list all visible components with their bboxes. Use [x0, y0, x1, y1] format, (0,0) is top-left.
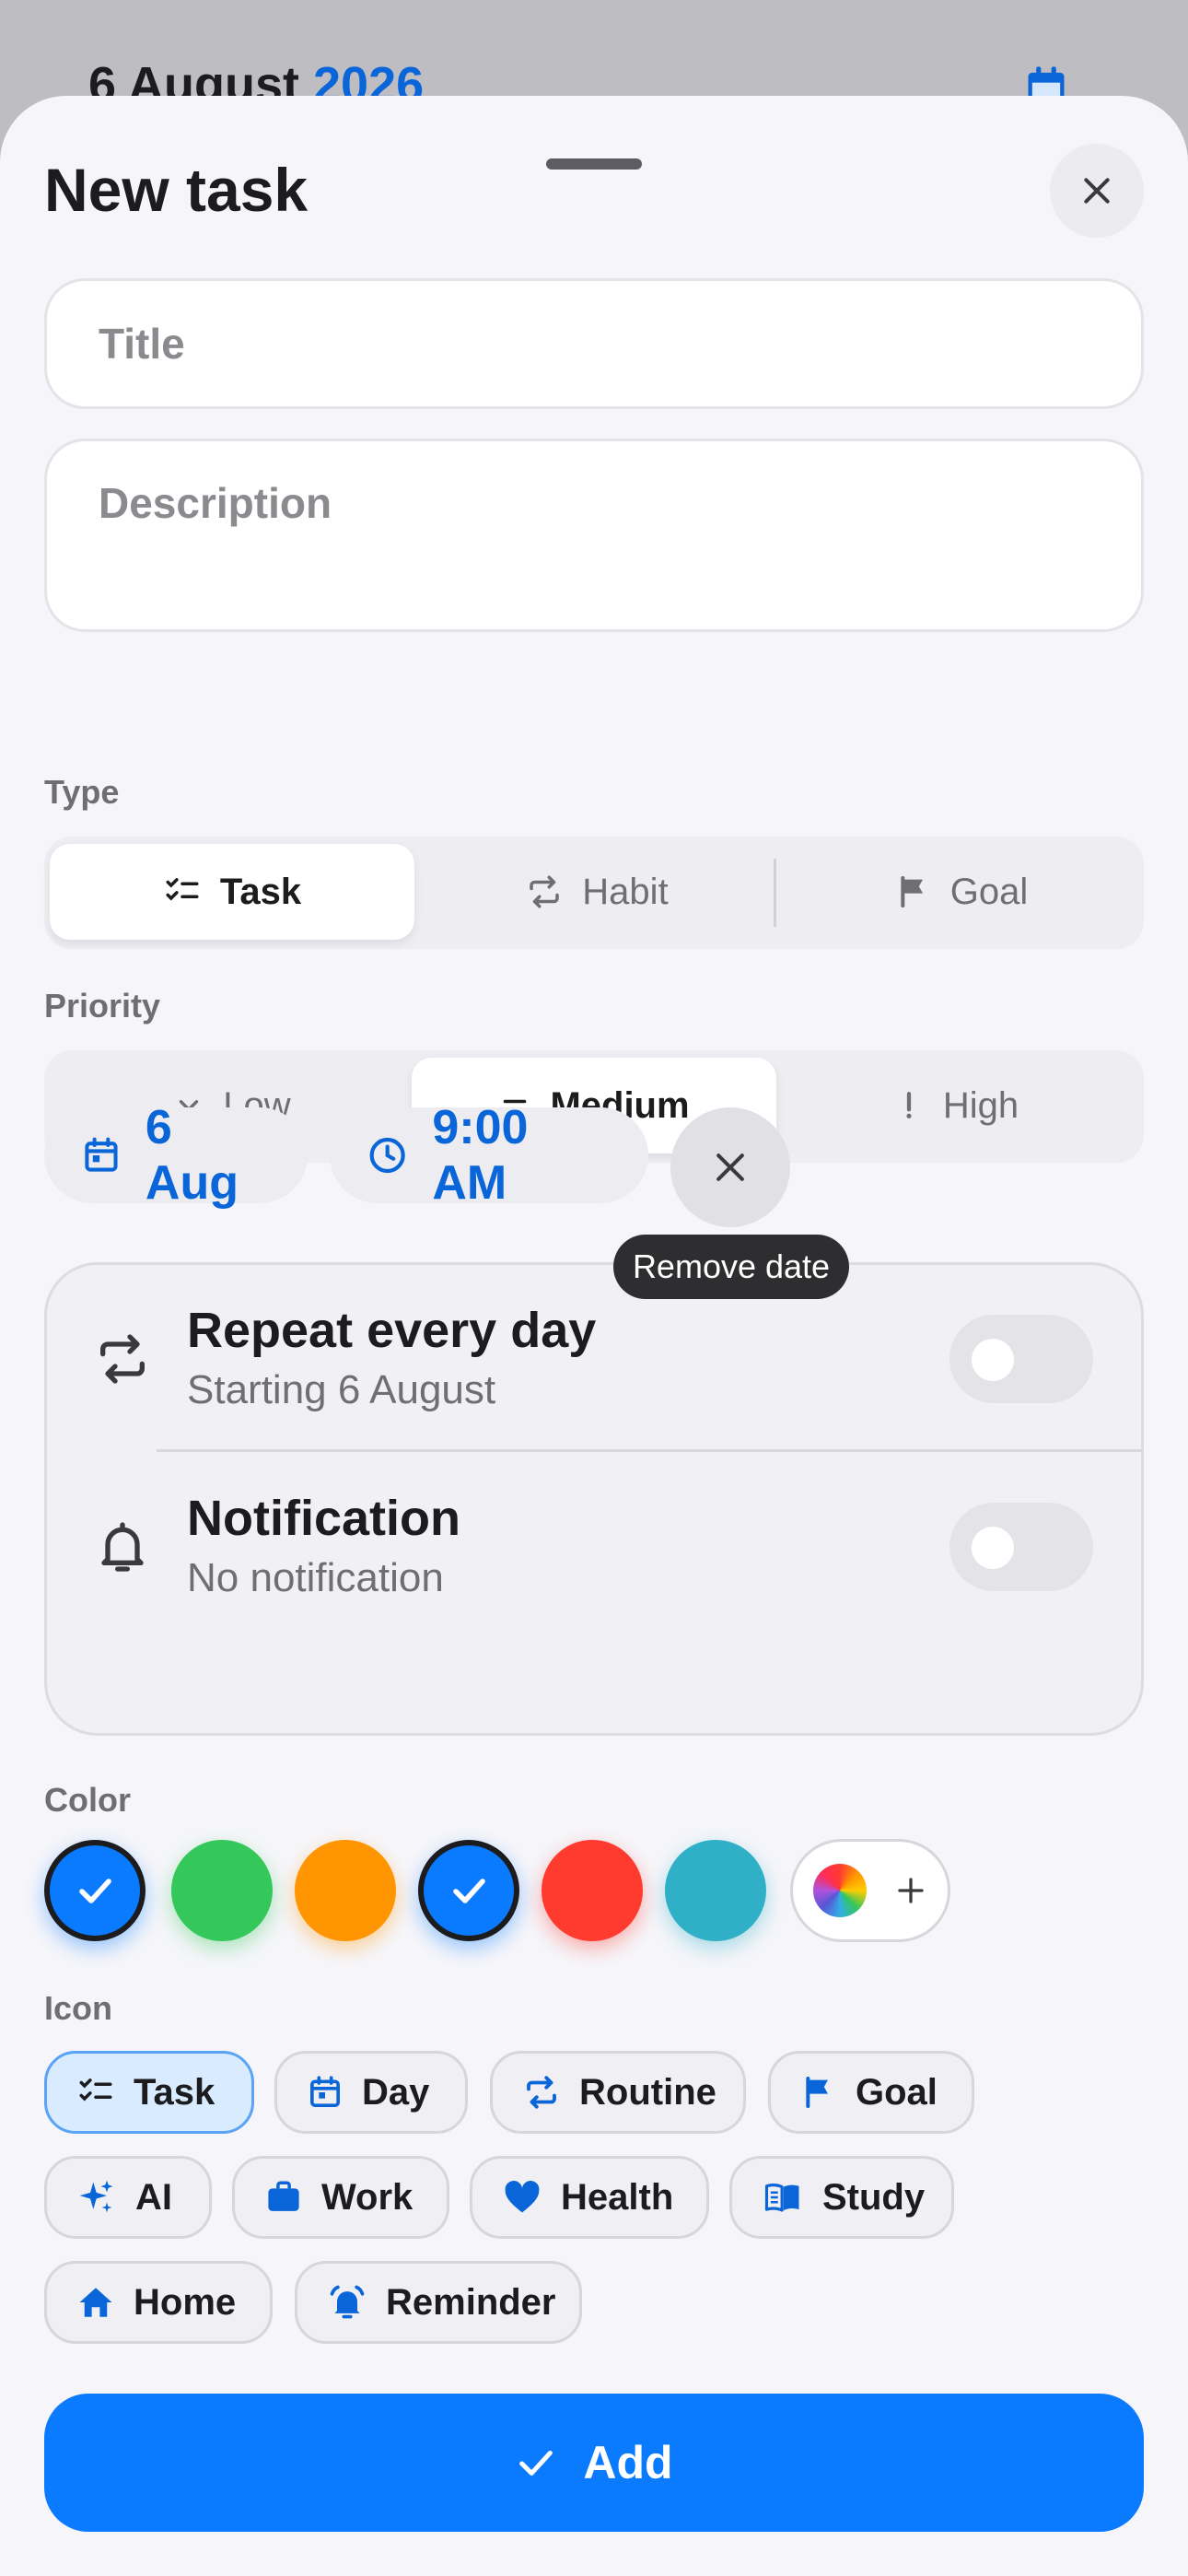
time-pill[interactable]: 9:00 AM — [330, 1101, 648, 1210]
chip-label: AI — [135, 2176, 172, 2218]
checkmark-icon — [79, 1879, 111, 1903]
bell-icon — [101, 1522, 144, 1572]
repeat-row[interactable]: Repeat every day Starting 6 August — [47, 1265, 1141, 1449]
color-swatch[interactable] — [171, 1840, 273, 1941]
calendar-icon — [310, 2076, 340, 2107]
icon-chip-work[interactable]: Work — [232, 2156, 449, 2239]
repeat-icon — [530, 875, 560, 908]
icon-chip-health[interactable]: Health — [470, 2156, 709, 2239]
icon-chip-study[interactable]: Study — [729, 2156, 954, 2239]
date-pill[interactable]: 6 Aug — [44, 1101, 308, 1210]
segment-divider — [774, 859, 776, 927]
close-icon — [1084, 178, 1110, 204]
repeat-icon — [100, 1334, 145, 1384]
chip-label: Day — [362, 2071, 430, 2113]
type-option-label: Goal — [949, 871, 1029, 912]
priority-label: Priority — [44, 987, 161, 1025]
remove-date-tooltip: Remove date — [613, 1235, 849, 1299]
icon-label: Icon — [44, 1989, 113, 2027]
repeat-toggle[interactable] — [949, 1315, 1093, 1403]
repeat-subtitle: Starting 6 August — [187, 1367, 496, 1412]
color-swatch[interactable] — [542, 1840, 643, 1941]
calendar-icon — [85, 1137, 118, 1172]
heart-icon — [505, 2181, 540, 2213]
flag-icon — [901, 876, 923, 907]
color-wheel-icon — [813, 1864, 867, 1917]
type-option-label: Task — [219, 871, 302, 912]
type-option-label: Habit — [582, 871, 669, 912]
chip-label: Routine — [579, 2071, 716, 2113]
backdrop-header: 6 August 2026 — [0, 0, 1188, 112]
toggle-knob — [972, 1527, 1014, 1569]
chip-label: Goal — [856, 2071, 938, 2113]
time-value: 9:00 AM — [432, 1101, 529, 1210]
color-swatch[interactable] — [665, 1840, 766, 1941]
repeat-title: Repeat every day — [187, 1303, 597, 1358]
icon-chip-home[interactable]: Home — [44, 2261, 273, 2344]
checklist-icon — [166, 878, 199, 901]
toggle-knob — [972, 1339, 1014, 1381]
priority-option-label: High — [942, 1084, 1019, 1126]
checkmark-icon — [453, 1879, 485, 1903]
title-field[interactable] — [44, 278, 1144, 409]
description-field[interactable] — [44, 439, 1144, 632]
clock-icon — [369, 1137, 405, 1174]
type-segmented-control: Task Habit Goal — [44, 837, 1144, 949]
notification-subtitle: No notification — [187, 1555, 444, 1600]
sheet-drag-handle[interactable] — [546, 158, 642, 170]
priority-option-high[interactable]: High — [774, 1058, 1138, 1153]
add-button-label: Add — [583, 2437, 673, 2488]
chip-label: Reminder — [386, 2281, 556, 2323]
briefcase-icon — [268, 2181, 299, 2211]
checkmark-icon — [519, 2450, 553, 2476]
chip-label: Home — [134, 2281, 237, 2323]
plus-icon — [898, 1878, 924, 1903]
icon-chip-reminder[interactable]: Reminder — [295, 2261, 582, 2344]
type-option-habit[interactable]: Habit — [414, 844, 779, 940]
icon-chip-task[interactable]: Task — [44, 2051, 254, 2134]
flag-icon — [806, 2077, 828, 2108]
exclamation-icon — [906, 1092, 912, 1118]
type-label: Type — [44, 773, 120, 811]
options-divider — [157, 1449, 1144, 1452]
notification-title: Notification — [187, 1491, 460, 1546]
repeat-icon — [527, 2076, 556, 2109]
color-swatch[interactable] — [418, 1840, 519, 1941]
chip-label: Task — [134, 2071, 215, 2113]
type-option-goal[interactable]: Goal — [779, 844, 1144, 940]
type-option-task[interactable]: Task — [50, 844, 414, 940]
close-icon — [716, 1153, 744, 1181]
date-value: 6 Aug — [145, 1101, 239, 1210]
chip-label: Health — [561, 2176, 674, 2218]
icon-chip-goal[interactable]: Goal — [768, 2051, 974, 2134]
icon-chip-ai[interactable]: AI — [44, 2156, 212, 2239]
custom-color-button[interactable] — [790, 1839, 950, 1942]
title-input[interactable] — [99, 319, 1089, 369]
home-icon — [79, 2288, 112, 2317]
add-button[interactable]: Add — [44, 2394, 1144, 2532]
chip-label: Work — [321, 2176, 413, 2218]
sheet-title: New task — [44, 156, 309, 224]
alarm-icon — [330, 2285, 365, 2319]
chip-label: Study — [822, 2176, 926, 2218]
checklist-icon — [79, 2078, 112, 2102]
close-button[interactable] — [1050, 144, 1144, 238]
color-swatch[interactable] — [44, 1840, 146, 1941]
color-swatch[interactable] — [295, 1840, 396, 1941]
notification-toggle[interactable] — [949, 1503, 1093, 1591]
color-label: Color — [44, 1781, 131, 1819]
description-input[interactable] — [99, 478, 1089, 578]
icon-chip-day[interactable]: Day — [274, 2051, 468, 2134]
options-card: Repeat every day Starting 6 August Notif… — [44, 1262, 1144, 1736]
icon-chip-routine[interactable]: Routine — [490, 2051, 746, 2134]
remove-date-button[interactable] — [670, 1107, 790, 1227]
notification-row[interactable]: Notification No notification — [47, 1453, 1141, 1637]
book-icon — [764, 2184, 799, 2212]
sparkles-icon — [79, 2180, 113, 2213]
